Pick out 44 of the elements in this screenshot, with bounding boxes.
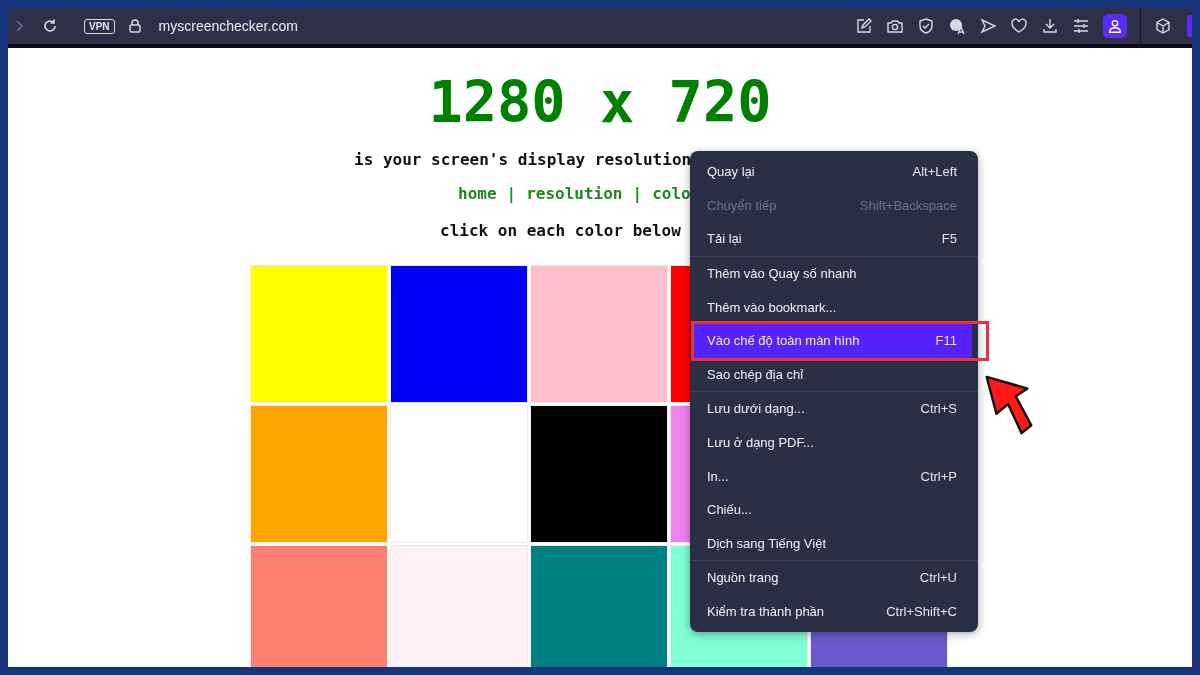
nav-link[interactable]: resolution <box>526 182 623 206</box>
pointer-arrow-drawing <box>984 375 1034 437</box>
resolution-caption: is your screen's display resolution <box>354 149 692 171</box>
color-swatch[interactable] <box>250 545 388 667</box>
menu-item[interactable]: Tải lại F5 <box>692 222 972 256</box>
download-icon[interactable] <box>1041 17 1059 35</box>
menu-item[interactable]: Thêm vào bookmark... <box>692 290 972 324</box>
menu-item[interactable]: In... Ctrl+P <box>692 459 972 493</box>
color-swatch[interactable] <box>250 405 388 543</box>
address-field[interactable]: myscreenchecker.com <box>158 18 298 34</box>
camera-icon[interactable] <box>886 17 904 35</box>
nav-link[interactable]: colo <box>652 182 691 206</box>
menu-item[interactable]: Dịch sang Tiếng Việt <box>692 526 972 561</box>
menu-item[interactable]: Vào chế độ toàn màn hình F11 <box>692 323 972 358</box>
menu-item[interactable]: Nguồn trang Ctrl+U <box>692 561 972 595</box>
color-swatch[interactable] <box>390 545 528 667</box>
heart-icon[interactable] <box>1010 17 1028 35</box>
menu-item[interactable]: Quay lại Alt+Left <box>692 155 972 189</box>
menu-item[interactable]: Chiếu... <box>692 492 972 527</box>
instruction-text: click on each color below <box>440 220 681 242</box>
vpn-badge[interactable]: VPN <box>84 18 115 34</box>
profile-button[interactable] <box>1103 14 1127 38</box>
nav-link[interactable]: home <box>458 182 497 206</box>
color-swatch[interactable] <box>390 265 528 403</box>
cube-icon[interactable] <box>1154 17 1172 35</box>
shield-icon[interactable] <box>917 17 935 35</box>
edit-icon[interactable] <box>855 17 873 35</box>
menu-item[interactable]: Thêm vào Quay số nhanh <box>692 256 972 291</box>
menu-item[interactable]: Kiểm tra thành phần Ctrl+Shift+C <box>692 594 972 629</box>
menu-item[interactable]: Lưu dưới dạng... Ctrl+S <box>692 392 972 426</box>
resolution-heading: 1280 x 720 <box>427 70 773 134</box>
color-swatch[interactable] <box>530 545 668 667</box>
reload-icon[interactable] <box>41 17 59 35</box>
translate-globe-icon[interactable] <box>948 17 966 35</box>
color-swatch[interactable] <box>250 265 388 403</box>
nav-separator: | <box>632 183 643 205</box>
person-icon <box>1107 18 1123 34</box>
color-swatch[interactable] <box>530 265 668 403</box>
nav-separator: | <box>506 183 517 205</box>
send-icon[interactable] <box>979 17 997 35</box>
sliders-icon[interactable] <box>1072 17 1090 35</box>
menu-item[interactable]: Lưu ở dạng PDF... <box>692 425 972 460</box>
color-swatch[interactable] <box>530 405 668 543</box>
menu-item[interactable]: Sao chép địa chỉ <box>692 357 972 392</box>
